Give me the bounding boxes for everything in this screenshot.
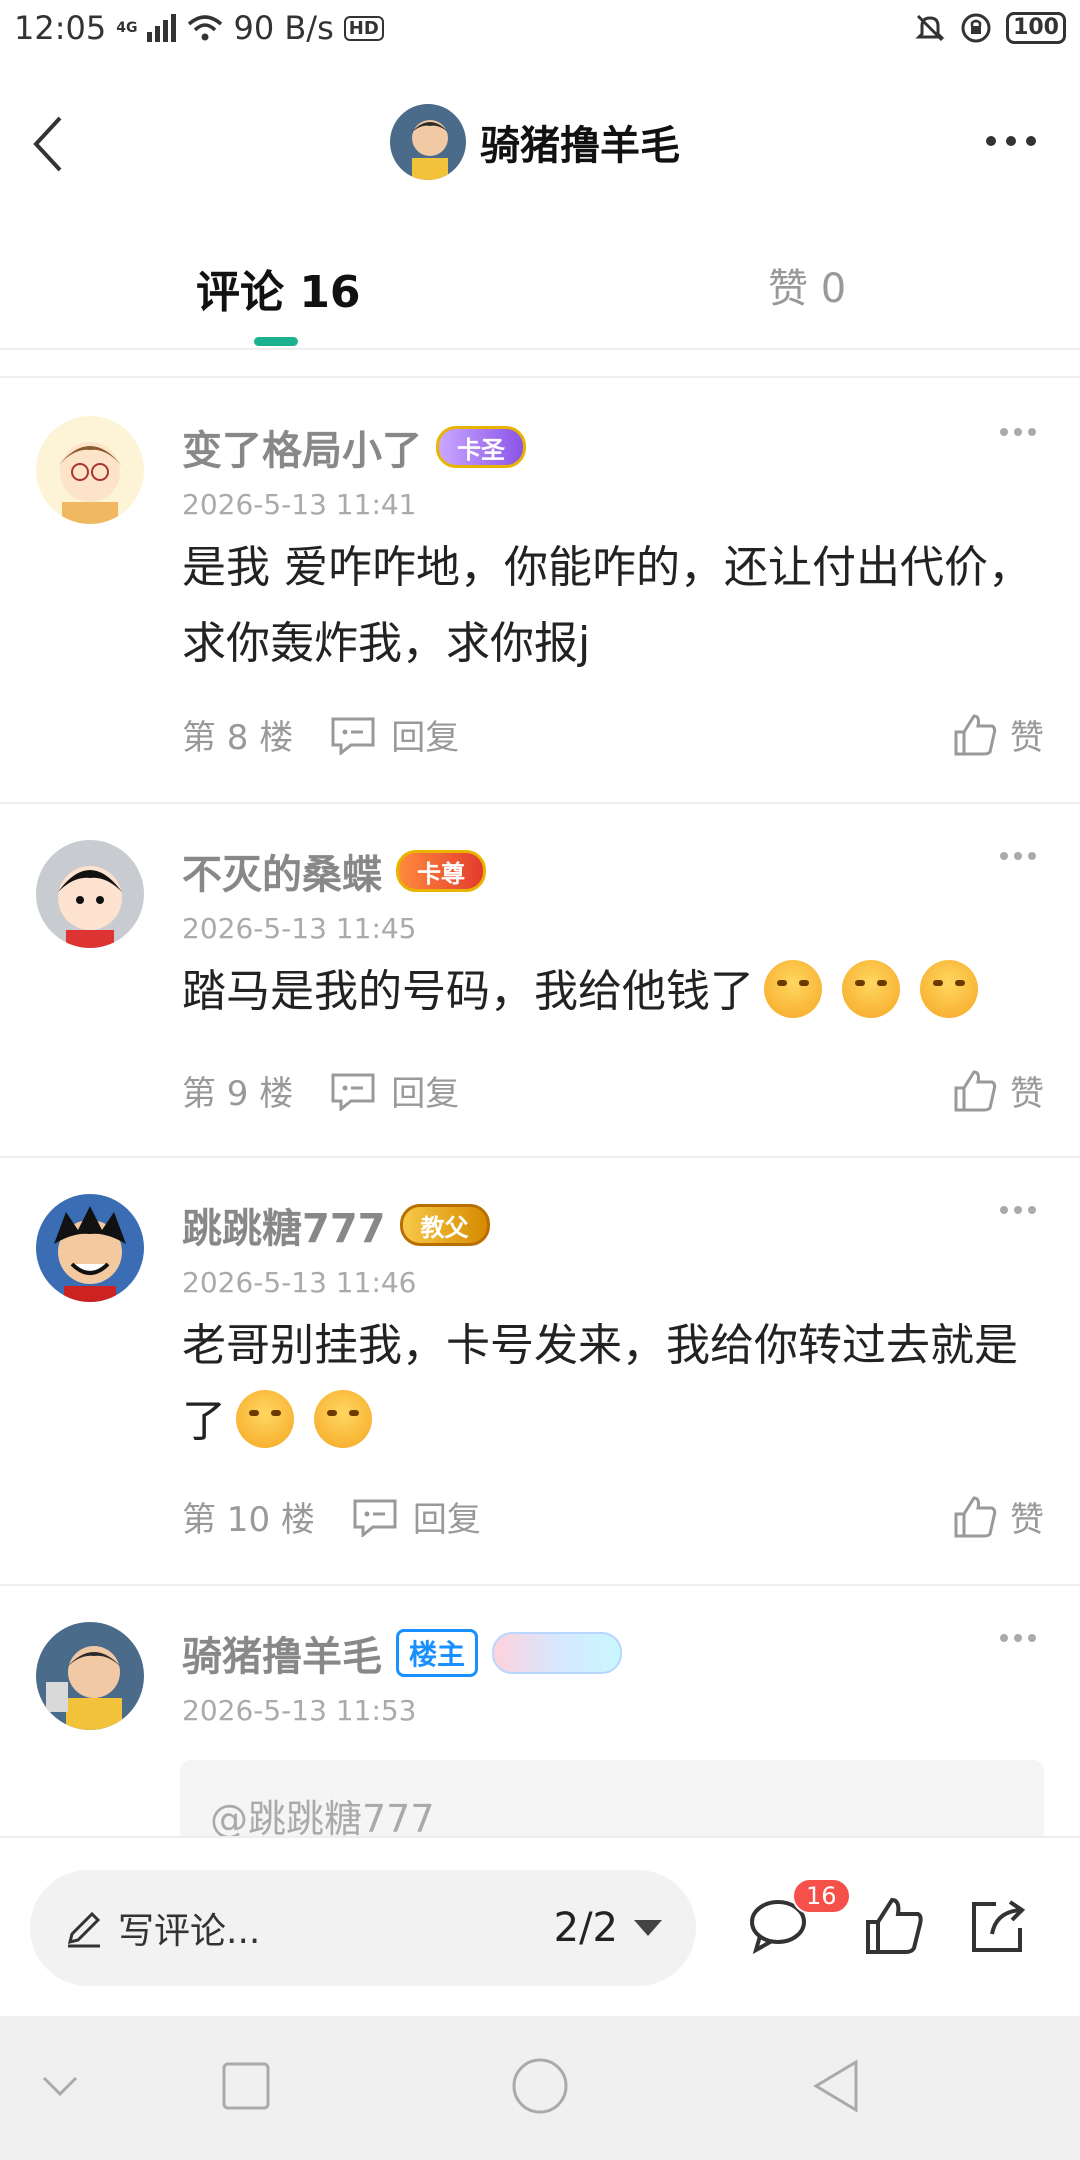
quoted-reply: @跳跳糖777	[180, 1760, 1044, 1836]
write-comment-input[interactable]: 写评论... 2/2	[30, 1870, 696, 1986]
comment-text: 踏马是我的号码，我给他钱了	[182, 954, 1042, 1030]
comment-item: 不灭的桑蝶 卡尊 2026-5-13 11:45 踏马是我的号码，我给他钱了 第…	[0, 804, 1080, 1158]
comment-time: 2026-5-13 11:41	[182, 488, 417, 521]
post-author[interactable]: 骑猪撸羊毛	[390, 104, 680, 180]
username[interactable]: 不灭的桑蝶	[182, 842, 382, 900]
laughing-emoji-icon	[920, 960, 978, 1018]
laughing-emoji-icon	[842, 960, 900, 1018]
comment-text-body: 老哥别挂我，卡号发来，我给你转过去就是了	[182, 1320, 1018, 1447]
like-label: 赞	[1010, 718, 1044, 758]
page-title: 骑猪撸羊毛	[480, 123, 680, 169]
battery-level: 100	[1006, 12, 1066, 44]
reply-icon	[331, 717, 375, 755]
reply-button[interactable]: 回复	[351, 1492, 481, 1541]
system-nav-bar	[0, 2016, 1080, 2160]
author-avatar[interactable]	[390, 104, 466, 180]
status-time: 12:05	[14, 9, 107, 47]
divider	[0, 350, 1080, 378]
home-icon[interactable]	[510, 2056, 570, 2116]
pencil-icon	[67, 1911, 101, 1948]
comment-more-icon[interactable]	[1000, 1634, 1036, 1642]
comment-count-badge: 16	[792, 1878, 851, 1914]
laughing-emoji-icon	[764, 960, 822, 1018]
like-button[interactable]: 赞	[952, 1492, 1044, 1541]
crying-emoji-icon	[236, 1390, 294, 1448]
like-button[interactable]: 赞	[952, 1066, 1044, 1115]
comment-item: 变了格局小了 卡圣 2026-5-13 11:41 是我 爱咋咋地，你能咋的，还…	[0, 380, 1080, 804]
rank-badge: 卡圣	[436, 426, 526, 468]
like-button[interactable]: 赞	[952, 710, 1044, 759]
avatar[interactable]	[36, 1622, 144, 1730]
tab-likes[interactable]: 赞 0	[768, 256, 846, 314]
reply-icon	[331, 1073, 375, 1111]
reply-icon	[353, 1499, 397, 1537]
share-icon[interactable]	[966, 1894, 1030, 1958]
comment-time: 2026-5-13 11:53	[182, 1694, 417, 1727]
page-selector[interactable]: 2/2	[554, 1905, 662, 1951]
reply-button[interactable]: 回复	[329, 1066, 459, 1115]
bottom-action-bar: 写评论... 2/2 16	[0, 1836, 1080, 2016]
nav-back-icon[interactable]	[806, 2056, 866, 2116]
avatar[interactable]	[36, 840, 144, 948]
chevron-down-icon[interactable]	[30, 2056, 90, 2116]
owner-badge: 楼主	[396, 1629, 479, 1677]
reply-label: 回复	[412, 1500, 481, 1540]
reply-button[interactable]: 回复	[329, 710, 459, 759]
rank-badge: 卡尊	[396, 850, 486, 892]
like-label: 赞	[1010, 1500, 1044, 1540]
comment-more-icon[interactable]	[1000, 428, 1036, 436]
rotation-lock-icon	[961, 13, 991, 43]
decoration-badge	[492, 1632, 623, 1674]
hd-icon: HD	[343, 15, 384, 41]
page-indicator: 2/2	[553, 1905, 618, 1951]
more-options-icon[interactable]	[986, 136, 1036, 146]
network-type: 4G	[116, 20, 138, 36]
caret-down-icon	[634, 1920, 662, 1936]
compose-placeholder: 写评论...	[118, 1911, 261, 1952]
thumbs-up-icon	[954, 1495, 997, 1537]
bell-muted-icon	[915, 14, 945, 42]
comment-time: 2026-5-13 11:45	[182, 912, 417, 945]
thumbs-up-icon	[954, 1069, 997, 1111]
comment-item: 骑猪撸羊毛 楼主 2026-5-13 11:53 @跳跳糖777	[0, 1586, 1080, 1836]
like-label: 赞	[1010, 1074, 1044, 1114]
comment-text: 老哥别挂我，卡号发来，我给你转过去就是了	[182, 1308, 1042, 1460]
username[interactable]: 变了格局小了	[182, 418, 422, 476]
back-arrow-icon[interactable]	[28, 114, 68, 174]
floor-number: 第 9 楼	[182, 1074, 294, 1114]
comment-text-body: 踏马是我的号码，我给他钱了	[182, 966, 754, 1017]
thumbs-up-icon	[954, 713, 997, 755]
comment-item: 跳跳糖777 教父 2026-5-13 11:46 老哥别挂我，卡号发来，我给你…	[0, 1158, 1080, 1586]
avatar[interactable]	[36, 416, 144, 524]
tab-comments[interactable]: 评论 16	[196, 256, 361, 320]
floor-number: 第 10 楼	[182, 1500, 315, 1540]
reply-label: 回复	[391, 718, 460, 758]
rank-badge: 教父	[399, 1204, 490, 1246]
comment-time: 2026-5-13 11:46	[182, 1266, 417, 1299]
tab-bar: 评论 16 赞 0	[0, 200, 1080, 350]
wifi-icon	[188, 15, 223, 41]
active-tab-indicator	[254, 337, 298, 346]
username[interactable]: 骑猪撸羊毛	[182, 1624, 382, 1682]
status-bar: 12:05 4G 90 B/s HD 100	[0, 0, 1080, 56]
signal-icon	[147, 14, 177, 42]
crying-emoji-icon	[314, 1390, 372, 1448]
comment-text: 是我 爱咋咋地，你能咋的，还让付出代价，求你轰炸我，求你报j	[182, 542, 1032, 669]
comment-more-icon[interactable]	[1000, 852, 1036, 860]
avatar[interactable]	[36, 1194, 144, 1302]
recent-apps-icon[interactable]	[216, 2056, 276, 2116]
thumbs-up-icon[interactable]	[862, 1894, 926, 1958]
comment-more-icon[interactable]	[1000, 1206, 1036, 1214]
floor-number: 第 8 楼	[182, 718, 294, 758]
username[interactable]: 跳跳糖777	[182, 1196, 386, 1254]
reply-label: 回复	[391, 1074, 460, 1114]
network-speed: 90 B/s	[233, 9, 334, 47]
